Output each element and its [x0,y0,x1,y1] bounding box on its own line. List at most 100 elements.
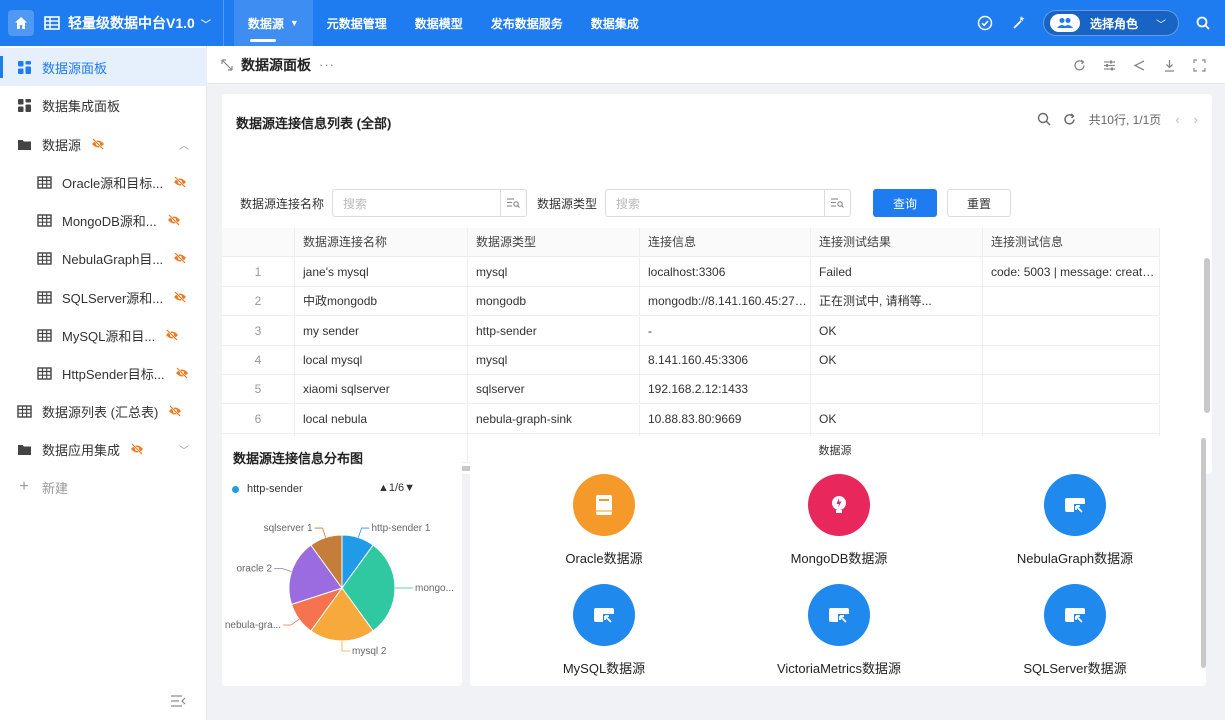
main-content: 数据源面板 ··· 数据源连接信息列表 (全部) 共10行, 1/1页 ‹ › … [207,46,1225,720]
table-toolbar: 共10行, 1/1页 ‹ › [1025,108,1198,130]
table-cell: mongodb [468,287,640,317]
card-scrollbar[interactable] [1201,438,1206,668]
eye-off-icon [173,290,187,304]
reset-button[interactable]: 重置 [947,189,1012,217]
table-card-title: 数据源连接信息列表 (全部) [236,116,392,131]
sidebar-item-label: 数据源面板 [42,60,108,76]
table-icon [36,289,52,305]
datasource-type-item[interactable]: SQLServer数据源 [975,584,1175,677]
sidebar-item-9[interactable]: 数据源列表 (汇总表) [0,392,207,430]
collapse-sidebar-icon[interactable] [170,694,186,710]
bulb-icon [808,474,870,536]
nav-integration[interactable]: 数据集成 [577,0,653,46]
sidebar-item-6[interactable]: SQLServer源和... [0,278,207,316]
sidebar-item-7[interactable]: MySQL源和目... [0,316,207,354]
sidebar-item-label: 数据应用集成 [42,442,121,458]
table-icon [36,365,52,381]
folder-icon [16,136,32,152]
type-search-input[interactable]: 搜索 [605,189,852,217]
table-header-row: 数据源连接名称 数据源类型 连接信息 连接测试结果 连接测试信息 [222,228,1160,257]
nav-metadata[interactable]: 元数据管理 [313,0,401,46]
table-cell: 10.88.83.80:9669 [640,404,811,434]
download-icon[interactable] [1161,57,1177,73]
search-icon[interactable] [1193,13,1213,33]
shrink-icon[interactable] [221,58,233,71]
legend-pager[interactable]: ▲1/6▼ [378,482,415,494]
chevron-down-icon: ﹀ [1156,19,1166,31]
sidebar-item-0[interactable]: 数据源面板 [0,48,207,86]
nav-data-model[interactable]: 数据模型 [401,0,477,46]
eye-off-icon [168,404,182,418]
row-number: 2 [222,287,295,317]
sidebar-item-5[interactable]: NebulaGraph目... [0,239,207,277]
sidebar-item-10[interactable]: 数据应用集成 ﹀ [0,430,207,468]
filter-search-icon[interactable] [824,190,850,216]
new-label: 新建 [42,480,69,496]
prev-page-icon[interactable]: ‹ [1175,112,1179,127]
table-row[interactable]: 4 local mysql mysql 8.141.160.45:3306 OK [222,345,1160,375]
table-cell [983,345,1160,375]
fullscreen-icon[interactable] [1191,57,1207,73]
filter-type-label: 数据源类型 [537,196,598,211]
magic-wand-icon[interactable] [1009,13,1029,33]
sidebar-item-2[interactable]: 数据源 ︿ [0,125,207,163]
column-header: 连接测试结果 [811,228,983,257]
filter-search-icon[interactable] [500,190,526,216]
table-row[interactable]: 6 local nebula nebula-graph-sink 10.88.83.8… [222,404,1160,434]
row-number: 6 [222,404,295,434]
users-icon [1050,14,1080,32]
sidebar-item-4[interactable]: MongoDB源和... [0,201,207,239]
datasource-type-item[interactable]: MySQL数据源 [504,584,704,677]
page-title: 数据源面板 [241,56,311,73]
more-icon[interactable]: ··· [319,57,335,72]
sidebar-item-label: NebulaGraph目... [62,251,164,267]
table-row[interactable]: 2 中政mongodb mongodb mongodb://8.141.160.45:… [222,287,1160,317]
table-row[interactable]: 5 xiaomi sqlserver sqlserver 192.168.2.12:1… [222,375,1160,405]
refresh-icon[interactable] [1063,112,1077,126]
table-vertical-scrollbar[interactable] [1204,258,1210,413]
datasource-type-item[interactable]: NebulaGraph数据源 [975,474,1175,567]
row-number: 3 [222,316,295,346]
datasource-card-title: 数据源 [818,445,852,457]
datasource-type-item[interactable]: VictoriaMetrics数据源 [739,584,939,677]
check-circle-icon[interactable] [975,13,995,33]
pie-chart: http-sender 1 mongo... mysql 2 nebula-gra..… [225,523,454,657]
role-label: 选择角色 [1090,16,1139,31]
refresh-icon[interactable] [1071,57,1087,73]
datasource-type-label: NebulaGraph数据源 [1016,551,1134,566]
datasource-type-item[interactable]: MongoDB数据源 [739,474,939,567]
column-header: 数据源连接名称 [295,228,468,257]
home-button[interactable] [8,10,34,36]
table-icon [16,403,32,419]
table-cell: local nebula [295,404,468,434]
chart-legend-item[interactable]: http-sender [232,483,303,495]
nav-datasource[interactable]: 数据源 ▼ [233,0,313,46]
table-row[interactable]: 1 jane's mysql mysql localhost:3306 Failed co… [222,258,1160,287]
name-search-input[interactable]: 搜索 [332,189,528,217]
datasource-type-label: MongoDB数据源 [790,551,888,566]
nav-publish-service[interactable]: 发布数据服务 [477,0,577,46]
table-cell [983,316,1160,346]
settings-sliders-icon[interactable] [1101,57,1117,73]
next-page-icon[interactable]: › [1194,112,1198,127]
app-switcher[interactable]: 轻量级数据中台V1.0 ﹀ [44,0,211,46]
search-icon[interactable] [1037,112,1051,126]
row-number: 5 [222,375,295,405]
sidebar-item-8[interactable]: HttpSender目标... [0,354,207,392]
datasource-type-item[interactable]: Oracle数据源 [504,474,704,567]
table-cell [811,375,983,405]
sidebar-item-label: MongoDB源和... [62,213,157,229]
sidebar-item-1[interactable]: 数据集成面板 [0,86,207,124]
role-selector[interactable]: 选择角色 ﹀ [1043,10,1179,36]
share-icon[interactable] [1131,57,1147,73]
query-button[interactable]: 查询 [873,189,938,217]
sidebar-item-label: MySQL源和目... [62,328,156,344]
table-cell: xiaomi sqlserver [295,375,468,405]
eye-off-icon [167,213,181,227]
sidebar-item-3[interactable]: Oracle源和目标... [0,163,207,201]
sidebar-new-button[interactable]: + 新建 [0,468,207,506]
dashboard-icon [16,59,32,75]
table-cell: my sender [295,316,468,346]
table-row[interactable]: 3 my sender http-sender - OK [222,316,1160,346]
filter-name-label: 数据源连接名称 [240,196,325,211]
